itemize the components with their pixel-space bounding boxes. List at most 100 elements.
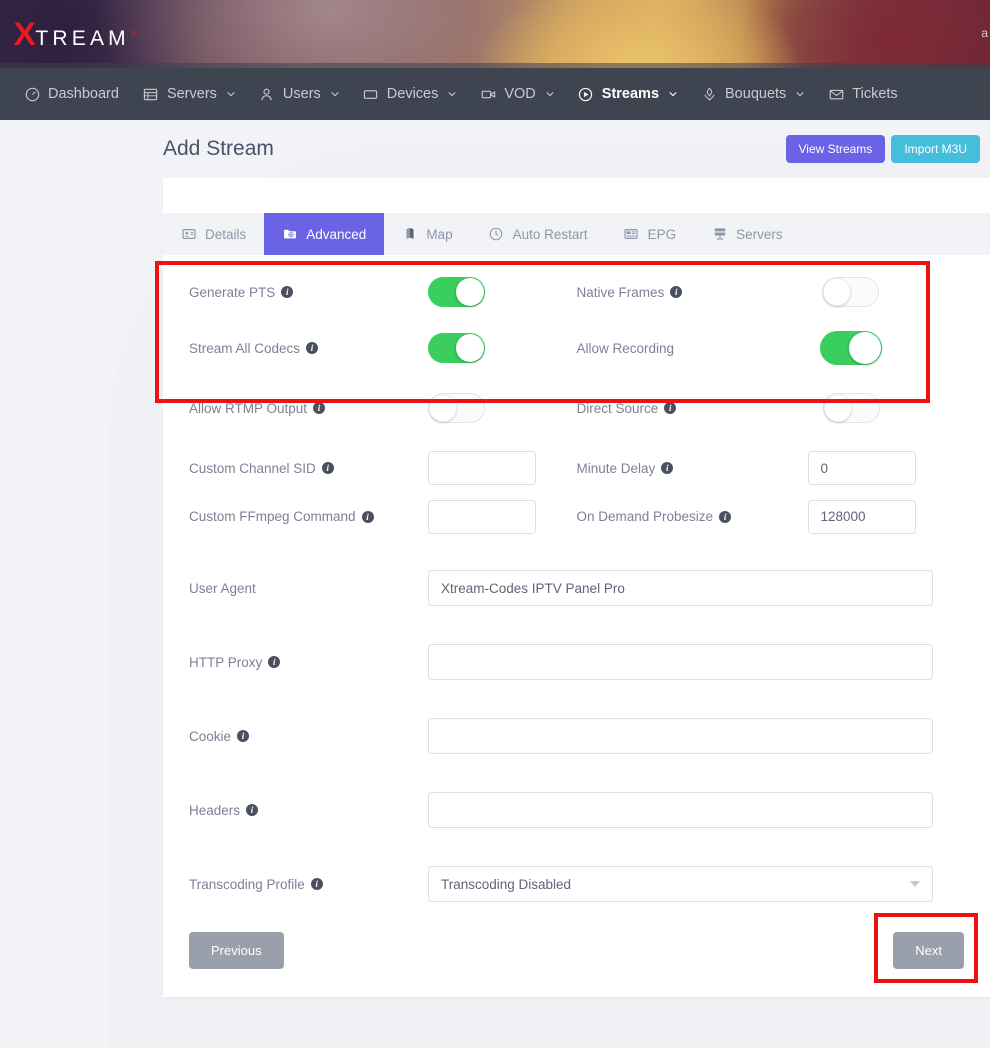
tab-map[interactable]: Map [384, 213, 470, 255]
field-custom-ffmpeg-command: Custom FFmpeg Command i [163, 500, 577, 534]
label-minute-delay: Minute Delay i [577, 461, 710, 476]
toggle-native-frames[interactable] [822, 277, 879, 307]
label-native-frames: Native Frames i [577, 285, 710, 300]
nav-item-streams[interactable]: Streams [566, 68, 689, 120]
tab-details[interactable]: Details [163, 213, 264, 255]
label-text-cookie: Cookie [189, 729, 231, 744]
info-icon[interactable]: i [306, 342, 318, 354]
transcoding-profile-select[interactable] [428, 866, 933, 902]
toggle-direct-source[interactable] [823, 393, 880, 423]
toggle-knob [429, 394, 457, 422]
nav-item-bouquets[interactable]: Bouquets [689, 68, 816, 120]
toggle-stream-all-codecs[interactable] [428, 333, 485, 363]
stream-form-card: Details Advanced Map [163, 178, 990, 997]
tab-epg[interactable]: EPG [606, 213, 695, 255]
info-icon[interactable]: i [664, 402, 676, 414]
nav-label-tickets: Tickets [852, 86, 897, 102]
minute-delay-input[interactable] [808, 451, 916, 485]
toggle-knob [824, 394, 852, 422]
row-user-agent: User Agent [163, 535, 990, 606]
label-text-allow-rtmp-output: Allow RTMP Output [189, 401, 307, 416]
epg-icon [624, 227, 639, 242]
previous-button[interactable]: Previous [189, 932, 284, 969]
info-icon[interactable]: i [661, 462, 673, 474]
tab-auto-restart[interactable]: Auto Restart [471, 213, 606, 255]
brand-logo[interactable]: X TREAM ® [14, 18, 137, 50]
toggle-knob [456, 334, 484, 362]
toggle-generate-pts[interactable] [428, 277, 485, 307]
field-minute-delay: Minute Delay i [577, 451, 990, 485]
next-button[interactable]: Next [893, 932, 964, 969]
row-http-proxy: HTTP Proxy i [163, 606, 990, 680]
field-native-frames: Native Frames i [577, 277, 990, 307]
nav-item-servers[interactable]: Servers [131, 68, 247, 120]
field-stream-all-codecs: Stream All Codecs i [163, 333, 577, 363]
advanced-form: Generate PTS i Native Frames i [163, 255, 990, 997]
field-custom-channel-sid: Custom Channel SID i [163, 451, 577, 485]
dashboard-icon [24, 86, 40, 102]
toggle-knob [849, 332, 881, 364]
nav-label-bouquets: Bouquets [725, 86, 786, 102]
card-top-strip [163, 178, 990, 213]
label-text-allow-recording: Allow Recording [577, 341, 675, 356]
custom-channel-sid-input[interactable] [428, 451, 536, 485]
label-text-http-proxy: HTTP Proxy [189, 655, 262, 670]
tab-advanced[interactable]: Advanced [264, 213, 384, 255]
headers-input[interactable] [428, 792, 933, 828]
label-on-demand-probesize: On Demand Probesize i [577, 509, 743, 524]
custom-ffmpeg-command-input[interactable] [428, 500, 536, 534]
advanced-icon [282, 227, 297, 242]
info-icon[interactable]: i [268, 656, 280, 668]
map-icon [402, 227, 417, 242]
logo-x-mark: X [13, 18, 34, 50]
info-icon[interactable]: i [237, 730, 249, 742]
nav-item-tickets[interactable]: Tickets [816, 68, 909, 120]
on-demand-probesize-input[interactable] [808, 500, 916, 534]
toggle-allow-recording[interactable] [820, 331, 882, 365]
header-actions: View Streams Import M3U [786, 135, 981, 163]
chevron-down-icon [227, 90, 235, 98]
label-text-on-demand-probesize: On Demand Probesize [577, 509, 714, 524]
user-agent-input[interactable] [428, 570, 933, 606]
field-allow-recording: Allow Recording [577, 331, 990, 365]
label-stream-all-codecs: Stream All Codecs i [163, 341, 428, 356]
chevron-down-icon [331, 90, 339, 98]
chevron-down-icon [448, 90, 456, 98]
label-text-user-agent: User Agent [189, 581, 256, 596]
info-icon[interactable]: i [281, 286, 293, 298]
label-cookie: Cookie i [163, 729, 428, 744]
http-proxy-input[interactable] [428, 644, 933, 680]
info-icon[interactable]: i [719, 511, 731, 523]
row-generate-pts: Generate PTS i Native Frames i [163, 255, 990, 307]
nav-item-users[interactable]: Users [247, 68, 351, 120]
import-m3u-button[interactable]: Import M3U [891, 135, 980, 163]
tab-servers[interactable]: Servers [694, 213, 801, 255]
info-icon[interactable]: i [246, 804, 258, 816]
nav-label-users: Users [283, 86, 321, 102]
toggle-allow-rtmp-output[interactable] [428, 393, 485, 423]
nav-label-dashboard: Dashboard [48, 86, 119, 102]
streams-icon [578, 86, 594, 102]
info-icon[interactable]: i [362, 511, 374, 523]
banner-right-text: a [981, 26, 988, 40]
nav-item-vod[interactable]: VOD [468, 68, 565, 120]
row-stream-all-codecs: Stream All Codecs i Allow Recording [163, 307, 990, 365]
view-streams-button[interactable]: View Streams [786, 135, 886, 163]
nav-item-devices[interactable]: Devices [351, 68, 469, 120]
info-icon[interactable]: i [670, 286, 682, 298]
cookie-input[interactable] [428, 718, 933, 754]
label-transcoding-profile: Transcoding Profile i [163, 877, 428, 892]
row-cookie: Cookie i [163, 680, 990, 754]
top-banner: X TREAM ® a [0, 0, 990, 68]
form-tabs: Details Advanced Map [163, 213, 990, 255]
content-area: Add Stream View Streams Import M3U Detai… [163, 120, 990, 997]
info-icon[interactable]: i [322, 462, 334, 474]
chevron-down-icon [796, 90, 804, 98]
details-icon [181, 227, 196, 242]
chevron-down-icon [669, 90, 677, 98]
info-icon[interactable]: i [313, 402, 325, 414]
servers-icon [143, 86, 159, 102]
toggle-knob [456, 278, 484, 306]
info-icon[interactable]: i [311, 878, 323, 890]
nav-item-dashboard[interactable]: Dashboard [12, 68, 131, 120]
